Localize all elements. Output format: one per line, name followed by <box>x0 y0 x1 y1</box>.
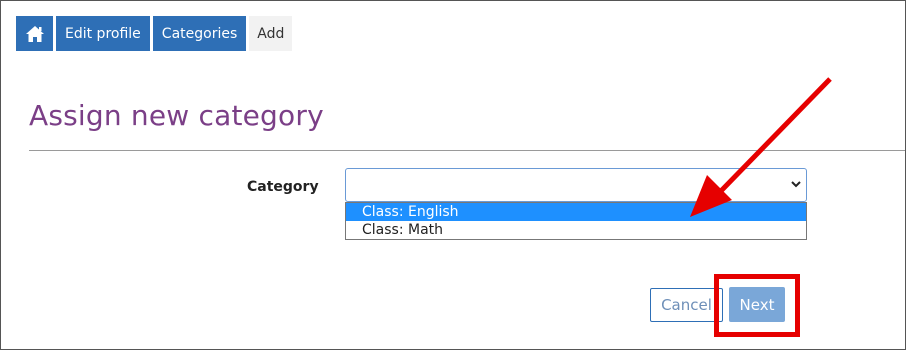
page-title: Assign new category <box>29 99 324 132</box>
category-dropdown-list: Class: English Class: Math <box>345 202 807 240</box>
home-icon <box>25 25 44 42</box>
breadcrumb-add: Add <box>249 16 293 51</box>
annotation-highlight-box <box>714 274 800 337</box>
app-window: Edit profile Categories Add Assign new c… <box>0 0 906 350</box>
breadcrumb-home[interactable] <box>16 16 53 51</box>
title-divider <box>29 150 905 151</box>
breadcrumb: Edit profile Categories Add <box>16 16 295 51</box>
breadcrumb-edit-profile[interactable]: Edit profile <box>56 16 150 51</box>
chevron-down-icon <box>791 181 801 188</box>
breadcrumb-categories[interactable]: Categories <box>152 16 247 51</box>
category-option-english[interactable]: Class: English <box>346 203 806 221</box>
category-label: Category <box>247 179 319 195</box>
category-option-math[interactable]: Class: Math <box>346 221 806 239</box>
cancel-button[interactable]: Cancel <box>650 288 723 322</box>
category-select[interactable] <box>345 168 807 202</box>
